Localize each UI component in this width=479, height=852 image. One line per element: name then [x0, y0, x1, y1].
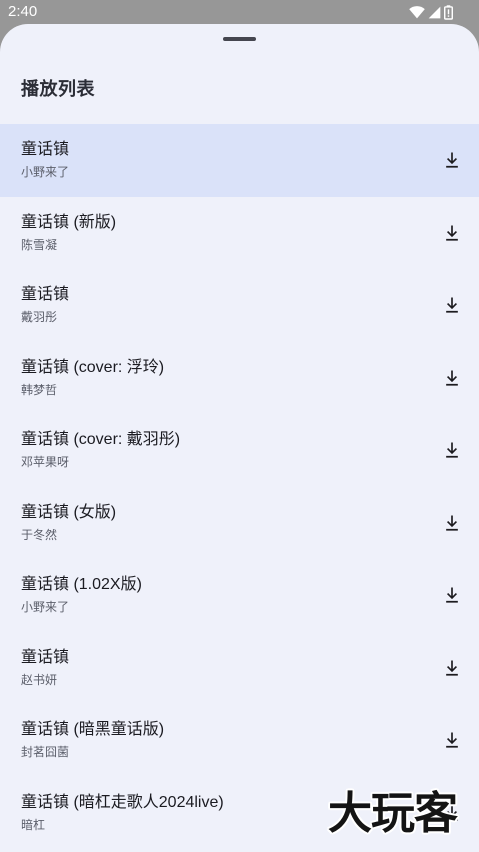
track-title: 童话镇 (cover: 浮玲): [21, 358, 165, 376]
track-info: 童话镇 (cover: 浮玲) 韩梦哲: [21, 358, 409, 398]
track-info: 童话镇 小野来了: [21, 140, 409, 180]
track-artist: 于冬然: [21, 527, 58, 542]
playlist-item[interactable]: 童话镇 (新版) 陈雪凝: [0, 197, 479, 270]
track-artist: 邓苹果呀: [21, 455, 70, 469]
track-info: 童话镇 赵书妍: [21, 648, 409, 688]
playlist-item[interactable]: 童话镇 赵书妍: [0, 632, 479, 705]
drag-handle[interactable]: [223, 37, 256, 41]
playlist-item[interactable]: 童话镇 小野来了: [0, 124, 479, 197]
playlist-item[interactable]: 童话镇 (cover: 戴羽彤) 邓苹果呀: [0, 414, 479, 487]
playlist-item[interactable]: 童话镇 (cover: 浮玲) 韩梦哲: [0, 342, 479, 415]
track-artist: 封茗囧菌: [21, 745, 70, 759]
download-button[interactable]: [439, 727, 465, 753]
track-info: 童话镇 (女版) 于冬然: [21, 503, 409, 543]
download-icon: [446, 587, 458, 603]
playlist-sheet: 播放列表 童话镇 小野来了 童话镇 (新版) 陈雪凝 童话镇 戴羽彤 童话镇 (…: [0, 24, 479, 852]
track-artist: 小野来了: [21, 600, 70, 614]
download-button[interactable]: [439, 292, 465, 318]
download-icon: [446, 225, 458, 241]
track-artist: 戴羽彤: [21, 310, 58, 324]
download-button[interactable]: [439, 220, 465, 246]
watermark-logo: 大玩客: [328, 789, 458, 838]
track-info: 童话镇 戴羽彤: [21, 285, 409, 325]
track-info: 童话镇 (暗黑童话版) 封茗囧菌: [21, 720, 409, 760]
track-title: 童话镇 (女版): [21, 503, 117, 521]
track-title: 童话镇: [21, 648, 70, 666]
download-button[interactable]: [439, 510, 465, 536]
track-artist: 小野来了: [21, 165, 70, 179]
download-icon: [446, 732, 458, 748]
track-info: 童话镇 (cover: 戴羽彤) 邓苹果呀: [21, 430, 409, 470]
download-button[interactable]: [439, 437, 465, 463]
track-title: 童话镇 (cover: 戴羽彤): [21, 431, 181, 448]
battery-icon: [444, 4, 453, 20]
download-icon: [446, 370, 458, 386]
track-title: 童话镇 (暗黑童话版): [21, 721, 165, 738]
playlist-item[interactable]: 童话镇 (暗黑童话版) 封茗囧菌: [0, 704, 479, 777]
track-artist: 韩梦哲: [21, 382, 58, 397]
playlist-item[interactable]: 童话镇 (1.02X版) 小野来了: [0, 559, 479, 632]
track-title: 童话镇: [21, 286, 70, 303]
download-button[interactable]: [439, 655, 465, 681]
wifi-icon: [409, 6, 425, 19]
track-artist: 赵书妍: [21, 672, 58, 687]
download-button[interactable]: [439, 147, 465, 173]
download-icon: [446, 515, 458, 531]
track-title: 童话镇 (1.02X版): [21, 576, 142, 593]
download-icon: [446, 442, 458, 458]
sheet-title: 播放列表: [21, 79, 95, 99]
download-button[interactable]: [439, 582, 465, 608]
track-title: 童话镇 (新版): [21, 213, 117, 231]
download-button[interactable]: [439, 365, 465, 391]
download-icon: [446, 297, 458, 313]
track-title: 童话镇: [21, 141, 70, 158]
status-icons: [409, 4, 453, 20]
track-artist: 陈雪凝: [21, 237, 58, 252]
track-info: 童话镇 (新版) 陈雪凝: [21, 213, 409, 253]
download-icon: [446, 660, 458, 676]
status-time: 2:40: [8, 3, 38, 20]
track-info: 童话镇 (1.02X版) 小野来了: [21, 575, 409, 615]
download-icon: [446, 152, 458, 168]
status-bar: 2:40: [0, 0, 479, 24]
playlist-item[interactable]: 童话镇 戴羽彤: [0, 269, 479, 342]
playlist-item[interactable]: 童话镇 (女版) 于冬然: [0, 487, 479, 560]
signal-icon: [428, 6, 441, 18]
playlist: 童话镇 小野来了 童话镇 (新版) 陈雪凝 童话镇 戴羽彤 童话镇 (cover…: [0, 124, 479, 849]
